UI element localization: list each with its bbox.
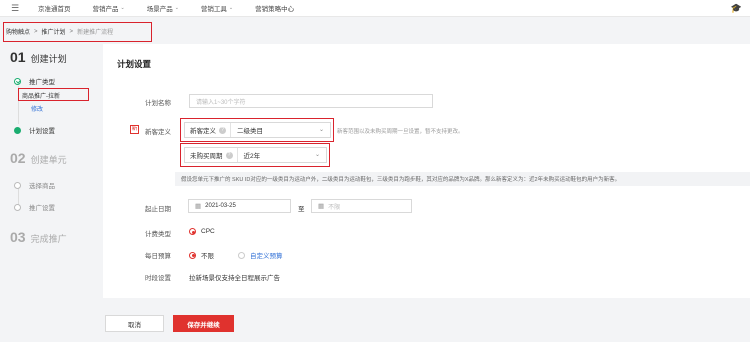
time-settings-value: 拉新场景仅支持全日程展示广告 — [189, 275, 280, 282]
nav-item-label: 营销策略中心 — [255, 6, 295, 13]
nav-item-label: 场景产品 — [146, 6, 173, 13]
billing-type-label: 计费类型 — [145, 231, 171, 238]
step-item-label: 推广类型 — [29, 79, 55, 86]
step-item-promo-settings: 推广设置 — [14, 202, 55, 212]
billing-cpc-radio[interactable]: CPC — [189, 228, 215, 235]
step-number: 01 — [10, 49, 26, 65]
new-customer-hint: 新客范围以及未购买周期一旦设置，暂不支持更改。 — [337, 129, 464, 135]
calendar-icon: ▦ — [318, 203, 325, 210]
budget-unlimited-radio[interactable]: 不限 — [189, 250, 214, 260]
panel-title: 计划设置 — [117, 59, 152, 69]
radio-label: 不限 — [201, 253, 214, 260]
step-label: 创建计划 — [30, 54, 67, 64]
radio-label: CPC — [201, 228, 215, 235]
plan-settings-panel: 计划设置 计划名称 请输入1~30个字符 新 新客定义 新客定义? 二级类目 ⌄ … — [103, 44, 750, 298]
date-range-separator: 至 — [298, 206, 305, 213]
nav-item-home[interactable]: 京准通首页 — [38, 3, 71, 13]
chevron-down-icon: ⌄ — [174, 5, 179, 11]
radio-checked-icon — [189, 251, 196, 259]
step-2-title: 02 创建单元 — [10, 150, 67, 166]
step-number: 03 — [10, 229, 26, 245]
budget-custom-radio[interactable]: 自定义预算 — [238, 250, 283, 260]
chevron-down-icon: ⌄ — [120, 5, 125, 11]
graduation-cap-icon[interactable]: 🎓 — [731, 3, 742, 14]
check-circle-icon — [14, 77, 21, 85]
step-3-title: 03 完成推广 — [10, 229, 67, 245]
new-customer-note: 假设您单元下推广的 SKU ID对应的一级类目为运动户外，二级类目为运动鞋包，三… — [175, 172, 750, 186]
time-settings-label: 时段设置 — [145, 275, 171, 282]
new-customer-label: 新客定义 — [145, 129, 171, 136]
radio-unchecked-icon — [238, 251, 245, 259]
radio-checked-icon — [189, 228, 196, 235]
plan-name-label: 计划名称 — [145, 100, 171, 107]
step-item-promotion-type: 推广类型 — [14, 76, 55, 86]
nav-item-label: 京准通首页 — [38, 6, 71, 13]
calendar-icon: ▦ — [195, 203, 202, 210]
step-1-title: 01 创建计划 — [10, 49, 67, 65]
menu-icon[interactable]: ☰ — [6, 3, 24, 14]
empty-step-dot — [14, 181, 21, 189]
step-item-select-product: 选择商品 — [14, 180, 55, 190]
nav-item-products[interactable]: 营销产品 ⌄ — [93, 3, 125, 13]
step-number: 02 — [10, 150, 26, 166]
nav-item-label: 营销产品 — [92, 6, 119, 13]
nav-item-strategy[interactable]: 营销策略中心 — [255, 3, 294, 13]
active-step-dot — [14, 126, 21, 134]
plan-name-input[interactable]: 请输入1~30个字符 — [189, 94, 433, 108]
edit-link[interactable]: 修改 — [31, 104, 43, 113]
step-item-label: 选择商品 — [29, 183, 55, 190]
annotation-box-breadcrumb — [3, 22, 152, 42]
step-item-label: 推广设置 — [29, 205, 55, 212]
step-label: 创建单元 — [30, 155, 67, 165]
annotation-box-definition — [180, 118, 334, 142]
start-date-value: 2021-03-25 — [205, 203, 236, 209]
nav-item-scene[interactable]: 场景产品 ⌄ — [147, 3, 179, 13]
annotation-box-promotion-type — [18, 88, 89, 101]
save-continue-button[interactable]: 保存并继续 — [173, 315, 234, 332]
step-label: 完成推广 — [30, 234, 67, 244]
end-date-input[interactable]: ▦ 不限 — [311, 199, 412, 213]
plan-name-placeholder: 请输入1~30个字符 — [196, 99, 246, 106]
step-item-label: 计划设置 — [29, 128, 55, 135]
empty-step-dot — [14, 203, 21, 211]
note-text: 假设您单元下推广的 SKU ID对应的一级类目为运动户外，二级类目为运动鞋包，三… — [181, 177, 621, 183]
cancel-button[interactable]: 取消 — [105, 315, 164, 332]
nav-item-label: 营销工具 — [200, 6, 227, 13]
start-date-input[interactable]: ▦ 2021-03-25 — [188, 199, 291, 213]
step-item-plan-settings: 计划设置 — [14, 125, 55, 135]
chevron-down-icon: ⌄ — [228, 5, 234, 11]
top-nav: ☰ 京准通首页 营销产品 ⌄ 场景产品 ⌄ 营销工具 ⌄ 营销策略中心 🎓 — [0, 0, 750, 17]
nav-item-tools[interactable]: 营销工具 ⌄ — [201, 3, 233, 13]
daily-budget-label: 每日预算 — [145, 253, 171, 260]
date-range-label: 起止日期 — [145, 206, 171, 213]
end-date-placeholder: 不限 — [328, 204, 341, 211]
radio-label: 自定义预算 — [250, 253, 283, 260]
annotation-box-period — [180, 143, 330, 167]
